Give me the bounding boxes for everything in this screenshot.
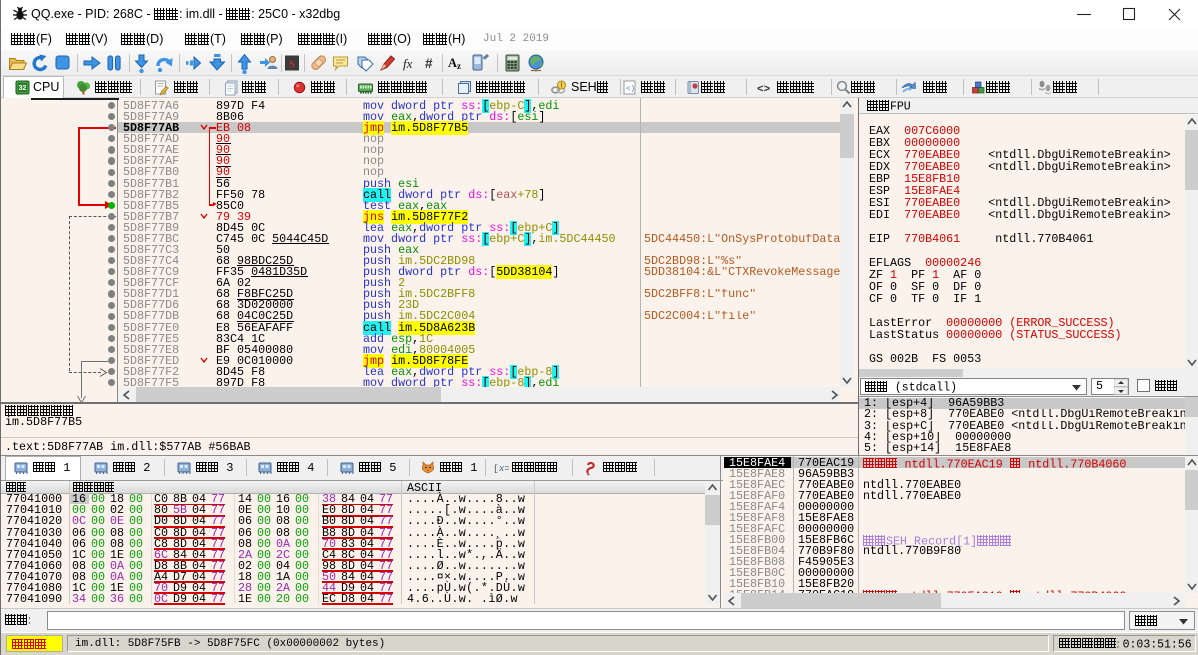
svg-text:A: A <box>448 56 457 70</box>
svg-text:32: 32 <box>19 85 27 92</box>
svg-text:!: ! <box>560 83 562 90</box>
svg-text:<): <) <box>626 86 635 94</box>
svg-text:S: S <box>289 59 295 71</box>
svg-text:<>: <> <box>757 84 771 96</box>
svg-text:z: z <box>457 61 461 71</box>
svg-text:[x=]: [x=] <box>493 463 509 474</box>
svg-text:fx: fx <box>403 56 413 71</box>
svg-text:#: # <box>425 56 433 71</box>
